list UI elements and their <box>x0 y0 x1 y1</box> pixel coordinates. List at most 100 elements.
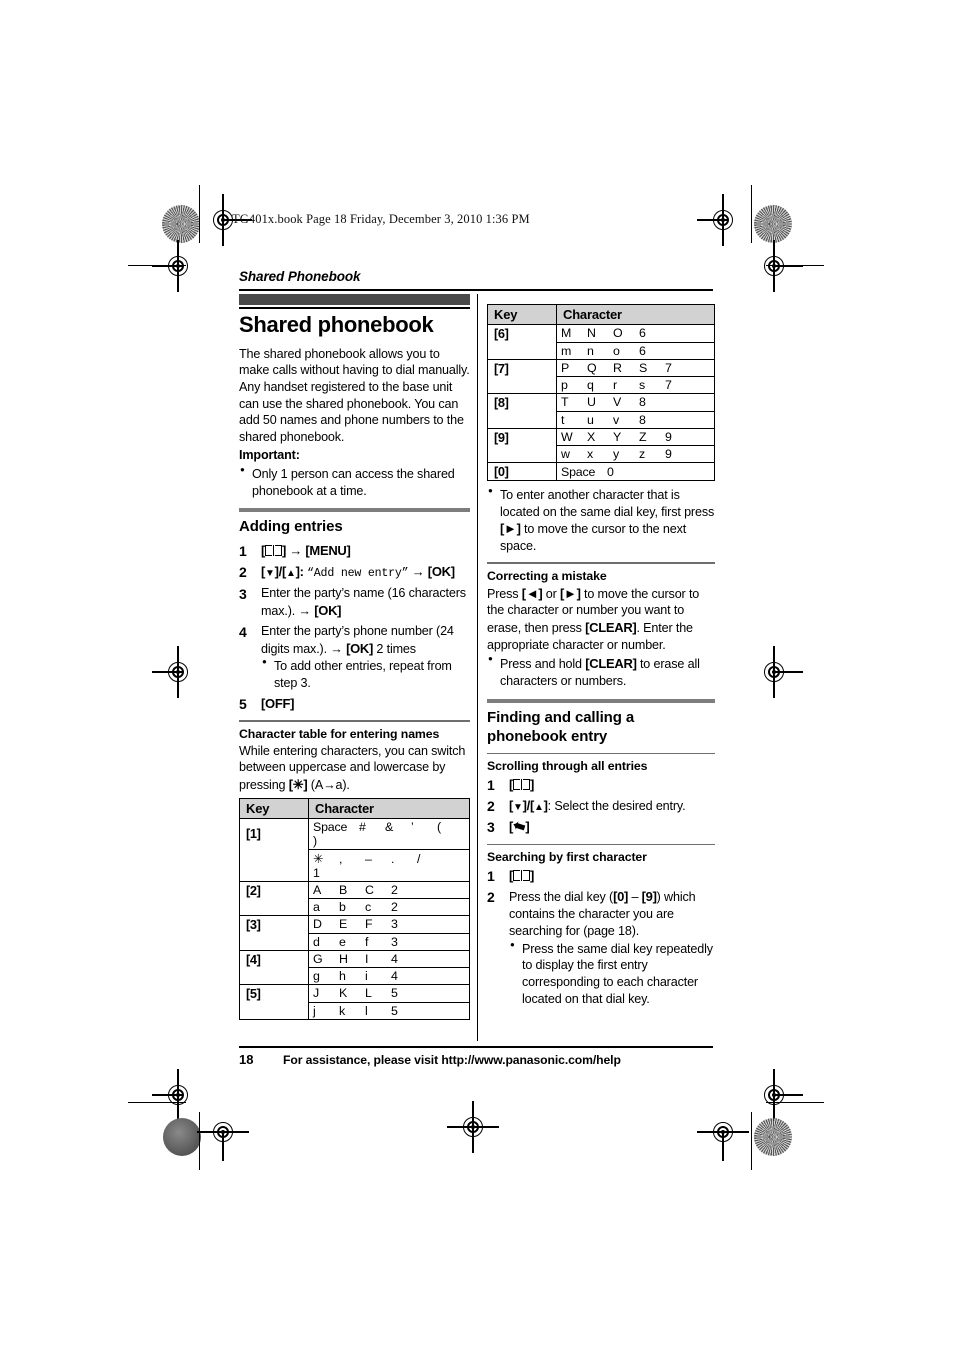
step-2: [▼]/[▲]: Select the desired entry. <box>487 797 686 816</box>
character-glyph: 6 <box>639 326 646 341</box>
crop-line-left-upper-horizontal <box>128 265 186 267</box>
character-glyph: 1 <box>313 865 320 880</box>
character-glyph: H <box>339 951 348 966</box>
character-glyph: d <box>313 934 320 949</box>
registration-mark-top-right <box>697 194 740 246</box>
starburst-mark-bottom-right <box>754 1118 792 1156</box>
table-cell-characters: G H I 4 <box>308 949 470 969</box>
table-cell-characters: g h i 4 <box>308 967 470 986</box>
table-row: [4] G H I 4 <box>239 949 470 969</box>
character-glyph: 5 <box>391 1003 398 1018</box>
nav-keys-label: [▼]/[▲] <box>509 798 548 814</box>
character-glyph: V <box>613 395 622 410</box>
crop-line-top-left-vertical <box>199 185 201 243</box>
character-glyph: # <box>359 819 366 834</box>
character-glyph: 2 <box>391 900 398 915</box>
character-glyph: Space <box>561 464 596 479</box>
character-glyph: k <box>339 1003 345 1018</box>
page-number: 18 <box>239 1052 254 1067</box>
footer-rule <box>239 1046 713 1048</box>
clear-key-label: [CLEAR] <box>585 619 637 635</box>
table-row: [8] T U V 8 <box>487 393 715 412</box>
table-cell-key <box>487 445 557 463</box>
table-cell-characters: a b c 2 <box>308 898 470 917</box>
character-glyph: S <box>639 360 648 375</box>
character-glyph: 6 <box>639 343 646 358</box>
character-glyph: Y <box>613 429 622 444</box>
character-glyph: 2 <box>391 882 398 897</box>
registration-mark-bottom-center <box>447 1101 499 1153</box>
character-glyph: i <box>365 969 368 984</box>
character-glyph: e <box>339 934 346 949</box>
character-glyph: n <box>587 343 594 358</box>
table-cell-key: [7] <box>487 358 557 377</box>
clear-key-label: [CLEAR] <box>585 656 637 672</box>
important-bullet-list: Only 1 person can access the shared phon… <box>239 465 470 499</box>
step-1: [] <box>487 776 715 795</box>
table-cell-key <box>239 849 309 882</box>
adding-entries-steps: [] → [MENU] [▼]/[▲]: “Add new entry” → [… <box>239 542 470 713</box>
character-glyph: – <box>365 851 372 866</box>
scrolling-heading: Scrolling through all entries <box>487 759 648 774</box>
table-cell-key: [0] <box>487 462 557 481</box>
solid-circle-mark-bottom-left <box>163 1118 201 1156</box>
table-row: j k l 5 <box>239 1001 470 1020</box>
character-glyph: K <box>339 986 348 1001</box>
running-header: Shared Phonebook <box>239 269 361 284</box>
running-header-rule <box>239 289 713 291</box>
character-glyph: g <box>313 969 320 984</box>
starburst-mark-top-left <box>162 205 200 243</box>
character-table-left: Key Character [1] Space # & ’ () ✳, –. / 1 [2] A B C 2… <box>239 797 470 1020</box>
registration-mark-bottom-right <box>697 1115 749 1161</box>
correcting-heading: Correcting a mistake <box>487 568 607 583</box>
table-cell-characters: P Q R S 7 <box>556 358 715 377</box>
step-3: [➠] <box>487 816 715 837</box>
crop-line-left-lower-horizontal <box>128 1102 186 1104</box>
right-arrow-key-label: [►] <box>500 521 521 537</box>
table-cell-characters: WX Y Z 9 <box>556 427 715 446</box>
table-cell-characters: mn o 6 <box>556 341 715 360</box>
footer-note: For assistance, please visit http://www.… <box>283 1053 621 1067</box>
character-glyph: s <box>639 378 645 392</box>
column-header-key: Key <box>487 304 557 325</box>
step-2: [▼]/[▲]: “Add new entry” → [OK] <box>239 563 470 582</box>
char-table-body: While entering characters, you can switc… <box>239 743 466 792</box>
step-1-text: [] → [MENU] <box>261 543 351 559</box>
table-cell-key <box>487 342 557 360</box>
character-glyph: N <box>587 326 596 341</box>
page-sheet: TG401x.book Page 18 Friday, December 3, … <box>0 0 954 1351</box>
registration-mark-left-middle <box>152 646 195 698</box>
registration-mark-left-lower <box>152 1069 195 1121</box>
char-table-heading: Character table for entering names <box>239 726 440 741</box>
scrolling-steps: [] [▼]/[▲]: Select the desired entry. [➠… <box>487 776 715 836</box>
table-cell-characters: T U V 8 <box>556 393 715 412</box>
character-glyph: 4 <box>391 951 398 966</box>
file-stamp: TG401x.book Page 18 Friday, December 3, … <box>232 212 530 226</box>
character-glyph: x <box>587 447 593 461</box>
table-row: a b c 2 <box>239 898 470 917</box>
character-table-right: Key Character [6] M N O 6 m n o 6 [7] P Q R S 7 p q r s 7 [8… <box>487 304 715 481</box>
character-glyph: f <box>365 934 369 949</box>
character-glyph: U <box>587 395 596 410</box>
table-header-row: Key Character <box>487 304 715 325</box>
character-glyph: W <box>561 429 573 444</box>
talk-key-label: [➠] <box>509 816 530 837</box>
left-arrow-key-label: [◄] <box>521 585 543 601</box>
column-divider <box>477 294 479 1041</box>
ok-key-label: [OK] <box>314 602 342 618</box>
table-row: [3] D E F 3 <box>239 915 470 934</box>
character-glyph: 0 <box>607 464 614 479</box>
character-table-left-body: [1] Space # & ’ () ✳, –. / 1 [2] A B C 2 a b c 2 [3] D E F 3 d e f… <box>239 817 470 1020</box>
ok-key-label: [OK] <box>346 640 374 656</box>
table-row: [7] P Q R S 7 <box>487 358 715 377</box>
step-1-text: [] <box>509 777 535 793</box>
character-glyph: D <box>313 917 322 932</box>
table-cell-key <box>239 898 309 917</box>
table-cell-characters: A B C 2 <box>308 880 470 900</box>
character-glyph: w <box>561 447 570 461</box>
character-glyph: y <box>613 447 619 461</box>
table-row: [5] J K L 5 <box>239 984 470 1003</box>
character-glyph: C <box>365 882 374 897</box>
table-cell-characters: j k l 5 <box>308 1001 470 1020</box>
character-glyph: z <box>639 447 645 461</box>
